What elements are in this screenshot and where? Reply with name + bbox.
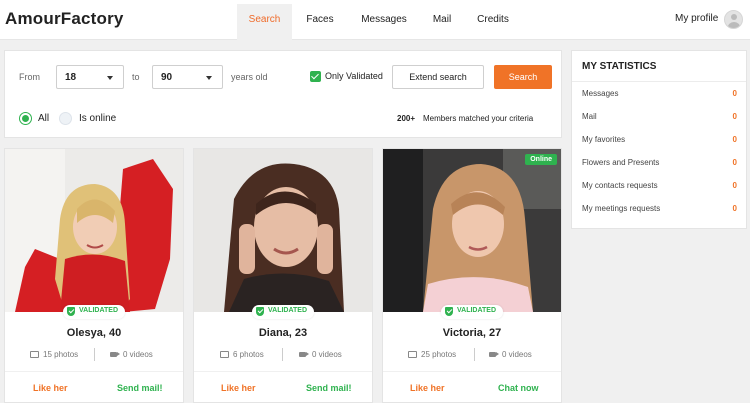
videos-count[interactable]: 0 videos [312, 350, 342, 359]
search-filter-panel: From 18 to 90 years old Only Validated E… [4, 50, 562, 138]
my-statistics-panel: MY STATISTICS Messages 0 Mail 0 My favor… [571, 50, 747, 229]
online-badge: Online [525, 154, 557, 165]
video-icon [489, 352, 499, 357]
extend-search-button[interactable]: Extend search [392, 65, 484, 89]
stat-value: 0 [732, 112, 737, 121]
stat-row-flowers-presents[interactable]: Flowers and Presents 0 [582, 158, 742, 167]
stat-label: Flowers and Presents [582, 158, 660, 167]
chevron-down-icon [206, 76, 212, 80]
like-her-button[interactable]: Like her [410, 383, 445, 393]
stat-value: 0 [732, 135, 737, 144]
stat-row-messages[interactable]: Messages 0 [582, 89, 742, 98]
shield-check-icon [256, 307, 264, 316]
stat-value: 0 [732, 204, 737, 213]
photos-icon [408, 351, 417, 358]
only-validated-checkbox[interactable] [310, 71, 321, 82]
stat-label: My favorites [582, 135, 626, 144]
divider [194, 371, 372, 372]
photos-count[interactable]: 6 photos [233, 350, 264, 359]
divider [474, 348, 475, 361]
videos-count[interactable]: 0 videos [123, 350, 153, 359]
stat-row-contacts-requests[interactable]: My contacts requests 0 [582, 181, 742, 190]
profile-card[interactable]: VALIDATED Olesya, 40 15 photos 0 videos … [4, 148, 184, 403]
divider [94, 348, 95, 361]
stat-row-mail[interactable]: Mail 0 [582, 112, 742, 121]
nav-credits[interactable]: Credits [464, 4, 522, 40]
top-header: AmourFactory Search Faces Messages Mail … [0, 0, 750, 40]
divider [5, 371, 183, 372]
age-from-value: 18 [65, 72, 77, 83]
nav-search[interactable]: Search [237, 4, 292, 40]
stat-value: 0 [732, 181, 737, 190]
my-profile-link[interactable]: My profile [675, 13, 718, 24]
video-icon [110, 352, 120, 357]
chat-now-button[interactable]: Chat now [498, 383, 539, 393]
user-avatar-icon[interactable] [724, 10, 743, 29]
profile-photo[interactable] [5, 149, 183, 312]
age-to-value: 90 [161, 72, 173, 83]
radio-is-online-label[interactable]: Is online [79, 113, 116, 124]
from-label: From [19, 72, 40, 82]
shield-check-icon [67, 307, 75, 316]
videos-count[interactable]: 0 videos [502, 350, 532, 359]
profile-card[interactable]: VALIDATED Diana, 23 6 photos 0 videos Li… [193, 148, 373, 403]
search-button[interactable]: Search [494, 65, 552, 89]
divider [282, 348, 283, 361]
like-her-button[interactable]: Like her [221, 383, 256, 393]
photos-icon [30, 351, 39, 358]
divider [383, 371, 561, 372]
stat-row-meetings-requests[interactable]: My meetings requests 0 [582, 204, 742, 213]
stat-value: 0 [732, 89, 737, 98]
validated-badge: VALIDATED [441, 305, 504, 319]
site-logo[interactable]: AmourFactory [5, 9, 124, 29]
stat-label: Mail [582, 112, 597, 121]
photos-count[interactable]: 25 photos [421, 350, 456, 359]
profile-name[interactable]: Olesya, 40 [5, 327, 183, 339]
main-nav: Search Faces Messages Mail Credits [237, 4, 522, 40]
profile-name[interactable]: Diana, 23 [194, 327, 372, 339]
age-from-select[interactable]: 18 [56, 65, 124, 89]
chevron-down-icon [107, 76, 113, 80]
profile-photo[interactable] [383, 149, 561, 312]
nav-mail[interactable]: Mail [420, 4, 464, 40]
nav-faces[interactable]: Faces [292, 4, 348, 40]
send-mail-button[interactable]: Send mail! [306, 383, 352, 393]
photos-icon [220, 351, 229, 358]
stat-label: Messages [582, 89, 619, 98]
profile-photo[interactable] [194, 149, 372, 312]
radio-all-label[interactable]: All [38, 113, 49, 124]
stat-label: My contacts requests [582, 181, 658, 190]
video-icon [299, 352, 309, 357]
send-mail-button[interactable]: Send mail! [117, 383, 163, 393]
age-to-select[interactable]: 90 [152, 65, 223, 89]
shield-check-icon [445, 307, 453, 316]
radio-all[interactable] [19, 112, 32, 125]
matched-text: Members matched your criteria [423, 114, 534, 123]
profile-card[interactable]: Online VALIDATED Victoria, 27 25 photos … [382, 148, 562, 403]
stat-label: My meetings requests [582, 204, 661, 213]
years-old-label: years old [231, 72, 268, 82]
photos-count[interactable]: 15 photos [43, 350, 78, 359]
only-validated-label[interactable]: Only Validated [325, 71, 383, 81]
stat-row-favorites[interactable]: My favorites 0 [582, 135, 742, 144]
divider [572, 81, 746, 82]
matched-count: 200+ [397, 114, 416, 123]
statistics-title: MY STATISTICS [582, 61, 657, 72]
validated-badge: VALIDATED [63, 305, 126, 319]
like-her-button[interactable]: Like her [33, 383, 68, 393]
profile-name[interactable]: Victoria, 27 [383, 327, 561, 339]
validated-badge: VALIDATED [252, 305, 315, 319]
stat-value: 0 [732, 158, 737, 167]
radio-is-online[interactable] [59, 112, 72, 125]
nav-messages[interactable]: Messages [348, 4, 420, 40]
to-label: to [132, 72, 140, 82]
